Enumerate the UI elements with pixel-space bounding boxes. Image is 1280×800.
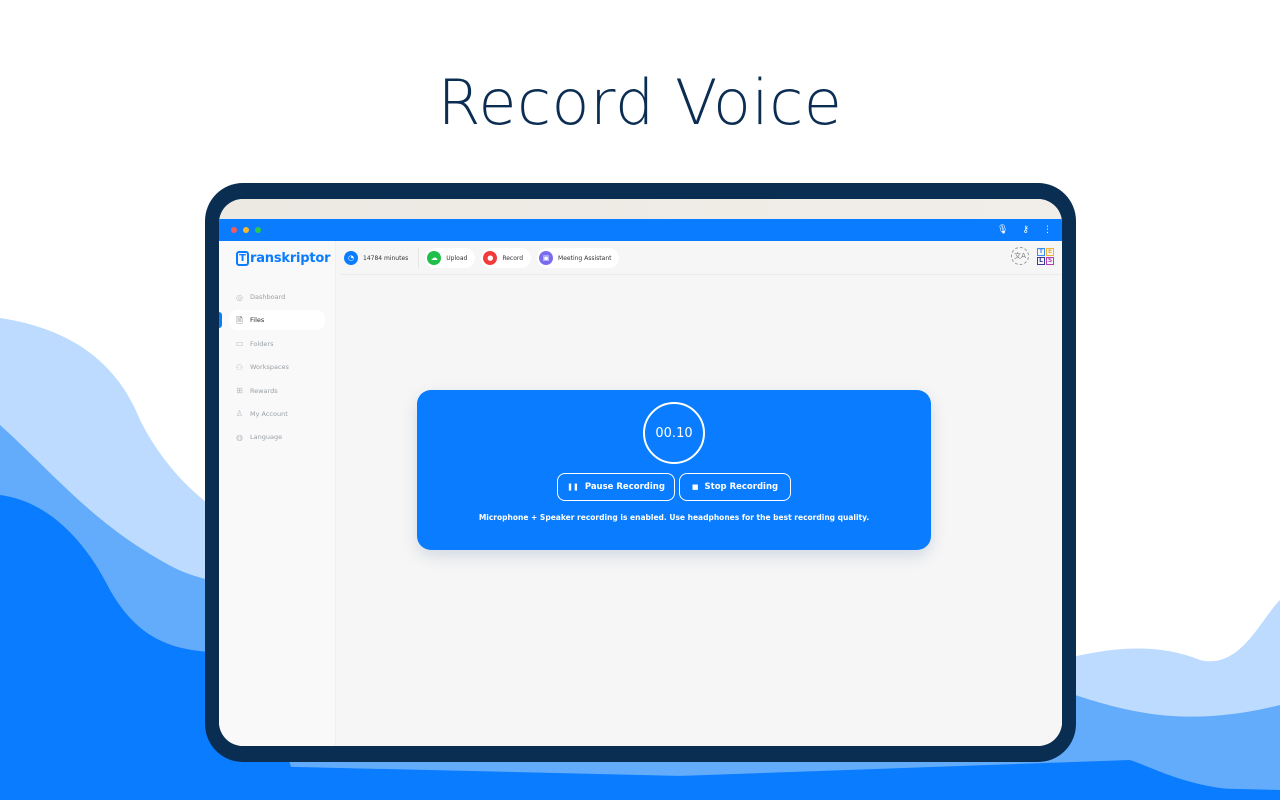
stop-icon: ■	[691, 482, 699, 491]
recording-controls: ❚❚ Pause Recording ■ Stop Recording	[417, 473, 931, 501]
page-headline: Record Voice	[437, 66, 843, 139]
file-icon: 🗎	[236, 315, 243, 325]
meeting-assistant-button[interactable]: ▣ Meeting Assistant	[537, 248, 620, 268]
upload-button[interactable]: ☁ Upload	[425, 248, 476, 268]
stop-recording-button[interactable]: ■ Stop Recording	[679, 473, 791, 501]
tls-letter: S	[1046, 256, 1054, 265]
gift-icon: ⊞	[236, 386, 243, 396]
tls-letter: T	[1037, 247, 1045, 256]
robot-icon: ▣	[539, 251, 554, 265]
cloud-upload-icon: ☁	[427, 251, 442, 265]
dashboard-icon: ◎	[236, 292, 243, 302]
minimize-window-button[interactable]	[243, 227, 249, 233]
app-window: T ranskriptor ◎ Dashboard 🗎 Files ▭ Fold…	[219, 241, 1062, 746]
toolbar-divider	[340, 274, 1062, 275]
sidebar-item-dashboard[interactable]: ◎ Dashboard	[229, 287, 325, 307]
tls-letter: E	[1046, 247, 1054, 256]
stop-recording-label: Stop Recording	[704, 482, 779, 492]
pause-recording-label: Pause Recording	[584, 482, 665, 492]
logo-mark-icon: T	[236, 251, 249, 266]
sidebar-item-files[interactable]: 🗎 Files	[219, 310, 325, 331]
sidebar-item-label: Dashboard	[250, 293, 286, 301]
user-icon: ♙	[235, 409, 244, 419]
recording-timer: 00.10	[643, 402, 705, 464]
users-icon: ⚇	[235, 362, 244, 372]
sidebar: T ranskriptor ◎ Dashboard 🗎 Files ▭ Fold…	[219, 241, 336, 746]
window-controls	[231, 227, 261, 233]
microphone-icon[interactable]: 🎙	[997, 225, 1008, 235]
recording-panel: 00.10 ❚❚ Pause Recording ■ Stop Recordin…	[417, 390, 931, 550]
sidebar-item-label: Workspaces	[250, 363, 289, 372]
maximize-window-button[interactable]	[255, 227, 261, 233]
key-icon[interactable]: ⚷	[1022, 225, 1029, 235]
status-strip	[219, 199, 1062, 219]
record-button[interactable]: ● Record	[481, 248, 532, 268]
more-vertical-icon[interactable]: ⋮	[1043, 225, 1052, 235]
record-label: Record	[502, 254, 524, 262]
main-content: ◔ 14784 minutes ☁ Upload ● Record ▣ Meet…	[336, 241, 1062, 746]
upload-label: Upload	[446, 254, 468, 262]
pause-recording-button[interactable]: ❚❚ Pause Recording	[557, 473, 675, 501]
sidebar-item-label: Folders	[250, 339, 274, 348]
sidebar-item-label: Rewards	[250, 386, 278, 395]
browser-extension-icons: 🎙 ⚷ ⋮	[997, 225, 1052, 235]
logo-text: ranskriptor	[250, 251, 331, 266]
sidebar-item-label: My Account	[250, 409, 288, 418]
tablet-screen: 🎙 ⚷ ⋮ T ranskriptor ◎ Dashboard 🗎 Files …	[219, 199, 1062, 746]
language-icon: ◍	[236, 432, 243, 442]
pause-icon: ❚❚	[567, 482, 579, 491]
sidebar-item-workspaces[interactable]: ⚇ Workspaces	[229, 357, 325, 377]
folder-icon: ▭	[235, 339, 244, 349]
sidebar-nav: ◎ Dashboard 🗎 Files ▭ Folders ⚇ Workspac…	[219, 287, 335, 451]
tls-app-badge[interactable]: T E L S	[1037, 247, 1054, 265]
minutes-label: 14784 minutes	[363, 254, 409, 262]
close-window-button[interactable]	[231, 227, 237, 233]
minutes-balance[interactable]: ◔ 14784 minutes	[342, 248, 420, 268]
microphone-icon: ●	[483, 251, 498, 265]
sidebar-item-folders[interactable]: ▭ Folders	[229, 334, 325, 354]
tablet-frame: 🎙 ⚷ ⋮ T ranskriptor ◎ Dashboard 🗎 Files …	[205, 183, 1076, 762]
meeting-assistant-label: Meeting Assistant	[558, 254, 612, 262]
active-indicator	[219, 312, 222, 329]
promo-stage: Record Voice 🎙 ⚷ ⋮ T ranskriptor ◎ Dashb…	[0, 0, 1280, 800]
sidebar-item-my-account[interactable]: ♙ My Account	[229, 404, 325, 424]
top-toolbar: ◔ 14784 minutes ☁ Upload ● Record ▣ Meet…	[342, 247, 1062, 269]
sidebar-item-label: Language	[250, 433, 283, 442]
clock-icon: ◔	[344, 251, 358, 265]
tls-letter: L	[1037, 256, 1045, 265]
transkriptor-logo[interactable]: T ranskriptor	[236, 251, 331, 266]
language-switch-icon[interactable]: 文A	[1011, 247, 1029, 265]
sidebar-item-rewards[interactable]: ⊞ Rewards	[229, 381, 325, 401]
sidebar-item-label: Files	[250, 316, 265, 325]
toolbar-right: 文A T E L S	[1011, 247, 1054, 265]
recording-info-text: Microphone + Speaker recording is enable…	[478, 513, 870, 522]
browser-title-bar: 🎙 ⚷ ⋮	[219, 219, 1062, 241]
sidebar-item-language[interactable]: ◍ Language	[229, 427, 325, 447]
